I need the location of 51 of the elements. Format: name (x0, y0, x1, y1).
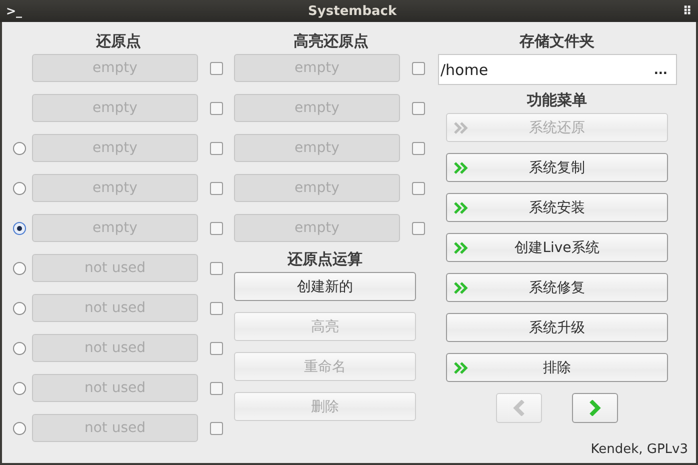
chevron-right-icon (588, 400, 602, 416)
checkbox[interactable] (412, 102, 425, 114)
checkbox[interactable] (210, 102, 223, 114)
checkbox[interactable] (412, 182, 425, 194)
menu-button[interactable]: 系统升级 (446, 313, 668, 342)
radio-button[interactable] (13, 342, 26, 354)
radio-button[interactable] (13, 262, 26, 274)
checkbox[interactable] (210, 302, 223, 314)
double-chevron-icon (454, 162, 468, 174)
double-chevron-icon (454, 242, 468, 254)
menu-button[interactable]: 系统安装 (446, 193, 668, 222)
checkbox[interactable] (210, 422, 223, 434)
checkbox[interactable] (210, 222, 223, 234)
menu-button[interactable]: 系统复制 (446, 153, 668, 182)
double-chevron-icon (454, 362, 468, 374)
double-chevron-icon (454, 122, 468, 134)
author-license: Kendek, GPLv3 (590, 442, 688, 457)
radio-button[interactable] (13, 302, 26, 314)
checkbox[interactable] (210, 382, 223, 394)
double-chevron-icon (454, 202, 468, 214)
checkbox[interactable] (210, 62, 223, 74)
checkbox[interactable] (412, 222, 425, 234)
radio-button[interactable] (13, 182, 26, 194)
folder-path: /home (440, 60, 488, 78)
column-heading: 高亮还原点 (292, 31, 370, 52)
checkbox[interactable] (210, 142, 223, 154)
menu-glyph[interactable]: ⠿ (682, 4, 692, 18)
radio-button[interactable] (13, 142, 26, 154)
menu-button[interactable]: 系统修复 (446, 273, 668, 302)
menu-button[interactable]: 创建Live系统 (446, 233, 668, 262)
browse-button[interactable]: ... (654, 62, 668, 76)
radio-button[interactable] (13, 222, 26, 234)
radio-button[interactable] (13, 422, 26, 434)
checkbox[interactable] (412, 142, 425, 154)
terminal-glyph[interactable]: >_ (6, 4, 22, 18)
window-title: Systemback (308, 4, 397, 18)
forward-button[interactable] (572, 393, 618, 423)
checkbox[interactable] (210, 182, 223, 194)
section-heading: 还原点运算 (286, 249, 364, 270)
column-heading: 还原点 (95, 31, 142, 52)
column-heading: 存储文件夹 (518, 31, 596, 52)
checkbox[interactable] (210, 262, 223, 274)
checkbox[interactable] (412, 62, 425, 74)
chevron-left-icon (512, 400, 526, 416)
menu-button[interactable]: 排除 (446, 353, 668, 382)
operation-button[interactable]: 创建新的 (234, 272, 416, 301)
radio-button[interactable] (13, 382, 26, 394)
checkbox[interactable] (210, 342, 223, 354)
section-heading: 功能菜单 (526, 90, 588, 111)
double-chevron-icon (454, 282, 468, 294)
folder-path-field[interactable]: /home ... (438, 54, 676, 85)
